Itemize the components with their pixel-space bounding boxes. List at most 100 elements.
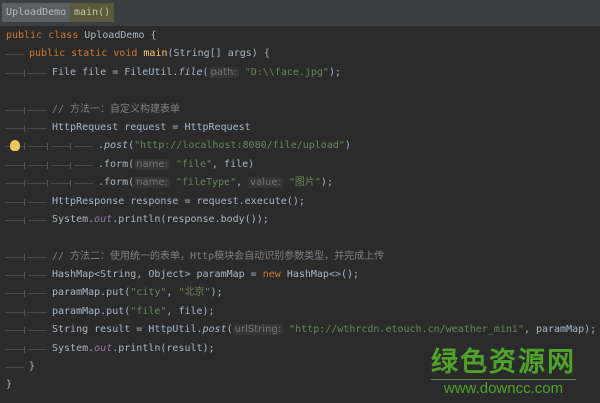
code-text: File file = FileUtil.file(path: "D:\\fac… — [52, 64, 341, 82]
indent-tick — [24, 216, 25, 224]
code-token: , file); — [166, 305, 215, 317]
code-token: } — [29, 361, 36, 373]
indent-guide — [28, 275, 47, 277]
indent-guide — [5, 219, 24, 221]
indent-guide — [5, 72, 24, 74]
code-token: paramMap.put( — [52, 287, 131, 299]
indent-tick — [70, 143, 71, 151]
indent-guide — [5, 164, 24, 166]
code-text: .post("http://localhost:8080/file/upload… — [98, 137, 351, 155]
indent-guide — [5, 330, 24, 332]
breadcrumb-method[interactable]: main() — [70, 3, 115, 22]
indent-guide — [28, 183, 47, 185]
code-token: ) — [344, 140, 351, 152]
code-line: .form(name: "fileType", value: "图片"); — [0, 174, 600, 192]
code-token: "北京" — [178, 287, 211, 299]
indent-guide — [28, 72, 47, 74]
code-token: ( — [226, 324, 233, 336]
code-token: "图片" — [288, 177, 321, 189]
code-token: paramMap.put( — [52, 305, 131, 317]
code-line: System.out.println(response.body()); — [0, 211, 600, 229]
indent-tick — [24, 69, 25, 77]
indent-tick — [24, 180, 25, 188]
indent-tick — [24, 272, 25, 280]
parameter-hint: name: — [134, 177, 170, 189]
code-text: } — [6, 376, 12, 394]
indent-guide — [51, 164, 70, 166]
code-text: HashMap<String, Object> paramMap = new H… — [52, 266, 359, 284]
code-token: System. — [52, 213, 95, 225]
code-token: HttpRequest request = HttpRequest — [52, 121, 251, 133]
code-token: (String[] args) { — [167, 48, 270, 60]
code-token: HashMap<String, Object> paramMap = — [52, 269, 263, 281]
code-line: // 方法一：自定义构建表单 — [0, 101, 600, 119]
code-line: .form(name: "file", file) — [0, 156, 600, 174]
indent-tick — [70, 180, 71, 188]
indent-tick — [24, 161, 25, 169]
code-line: HttpResponse response = request.execute(… — [0, 193, 600, 211]
indent-guide — [5, 201, 24, 203]
code-token: System. — [52, 342, 95, 354]
code-text: String result = HttpUtil.post(urlString:… — [52, 321, 596, 339]
code-token: post — [202, 324, 227, 336]
indent-guide — [28, 127, 47, 129]
indent-guide — [28, 256, 47, 258]
indent-guide — [51, 146, 70, 148]
lightbulb-icon[interactable] — [10, 140, 20, 152]
indent-tick — [47, 161, 48, 169]
code-token: "http://wthrcdn.etouch.cn/weather_mini" — [289, 324, 524, 336]
indent-tick — [70, 161, 71, 169]
code-text: paramMap.put("file", file); — [52, 303, 215, 321]
code-token: post — [104, 140, 129, 152]
code-text: } — [29, 358, 35, 376]
indent-guide — [28, 311, 47, 313]
code-token: , paramMap); — [523, 324, 597, 336]
code-text: System.out.println(response.body()); — [52, 211, 269, 229]
code-token: "file" — [130, 305, 167, 317]
code-token: "file" — [175, 158, 213, 170]
parameter-hint: name: — [134, 158, 170, 170]
indent-guide — [5, 54, 24, 56]
indent-tick — [47, 180, 48, 188]
indent-guide — [74, 164, 93, 166]
breadcrumb-class[interactable]: UploadDemo — [2, 3, 71, 22]
indent-guide — [28, 146, 47, 148]
code-token: ( — [202, 66, 209, 78]
indent-guide — [5, 183, 24, 185]
code-token: main — [143, 48, 168, 60]
indent-guide — [74, 146, 93, 148]
code-token: out — [94, 342, 113, 354]
indent-guide — [51, 183, 70, 185]
code-token: ); — [210, 287, 223, 299]
indent-tick — [24, 143, 25, 151]
indent-guide — [5, 348, 24, 350]
watermark-url: www.downcc.com — [443, 380, 564, 397]
code-line: // 方法二：使用统一的表单，Http模块会自动识别参数类型，并完成上传 — [0, 248, 600, 266]
code-token: String result = HttpUtil. — [52, 324, 203, 336]
indent-tick — [24, 253, 25, 261]
code-token: .println(result); — [112, 342, 215, 354]
indent-guide — [5, 275, 24, 277]
indent-guide — [74, 183, 93, 185]
indent-tick — [24, 290, 25, 298]
code-text: System.out.println(result); — [52, 340, 215, 358]
code-token: File file = FileUtil. — [52, 66, 179, 78]
code-token: // 方法一：自定义构建表单 — [52, 103, 181, 115]
indent-tick — [24, 106, 25, 114]
code-token: .form( — [98, 158, 135, 170]
code-text: HttpResponse response = request.execute(… — [52, 193, 305, 211]
code-token: "city" — [130, 287, 167, 299]
code-token: ); — [320, 177, 333, 189]
code-text: public class UploadDemo { — [6, 27, 157, 45]
code-token: "http://localhost:8080/file/upload" — [134, 140, 345, 152]
indent-guide — [28, 164, 47, 166]
indent-tick — [24, 198, 25, 206]
code-token: .form( — [98, 177, 135, 189]
code-token: public class — [6, 30, 85, 41]
parameter-hint: path: — [208, 66, 239, 78]
indent-guide — [28, 293, 47, 295]
code-line: public static void main(String[] args) { — [0, 45, 600, 63]
indent-guide — [5, 256, 24, 258]
code-line: String result = HttpUtil.post(urlString:… — [0, 321, 600, 339]
code-token: UploadDemo { — [84, 30, 157, 41]
